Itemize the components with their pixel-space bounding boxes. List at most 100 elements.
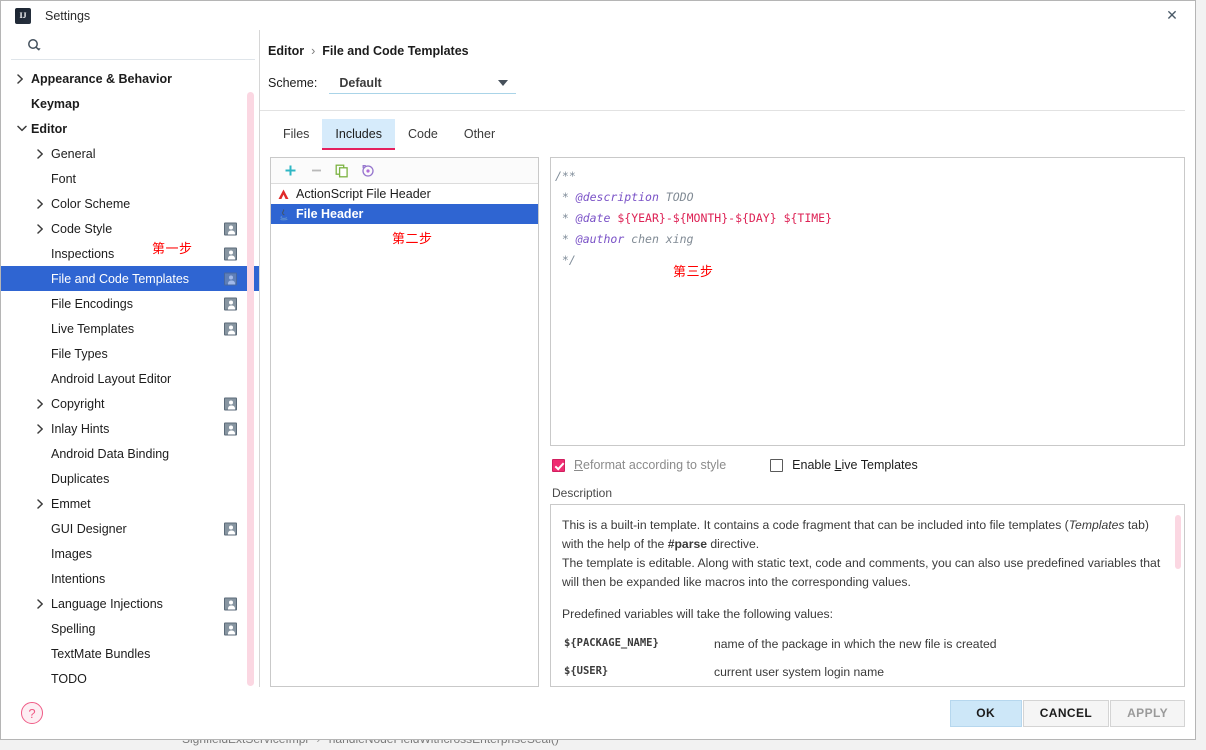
sidebar-item-general[interactable]: General [1, 141, 259, 166]
sidebar-item-todo[interactable]: TODO [1, 666, 259, 687]
sidebar-item-gui-designer[interactable]: GUI Designer [1, 516, 259, 541]
list-item[interactable]: File Header [271, 204, 538, 224]
sidebar-item-inspections[interactable]: Inspections [1, 241, 259, 266]
add-icon[interactable] [279, 161, 301, 181]
reset-icon[interactable] [357, 161, 379, 181]
template-code-editor[interactable]: /** * @description TODO * @date ${YEAR}-… [550, 157, 1185, 446]
sidebar-item-color-scheme[interactable]: Color Scheme [1, 191, 259, 216]
tab-code[interactable]: Code [395, 119, 451, 149]
code-segment-var: ${TIME} [783, 211, 833, 225]
sidebar-item-images[interactable]: Images [1, 541, 259, 566]
code-line: * @date ${YEAR}-${MONTH}-${DAY} ${TIME} [555, 208, 1184, 229]
chevron-right-icon[interactable] [37, 498, 50, 509]
description-scrollbar[interactable] [1175, 515, 1181, 569]
dialog-footer: ? OK CANCEL APPLY [1, 687, 1195, 739]
sidebar-item-language-injections[interactable]: Language Injections [1, 591, 259, 616]
options-row: Reformat according to style Enable Live … [550, 446, 1185, 484]
sidebar-item-file-types[interactable]: File Types [1, 341, 259, 366]
code-segment-comment: */ [555, 253, 576, 267]
template-list[interactable]: ActionScript File Header File Header [271, 184, 538, 686]
sidebar-item-label: TODO [51, 671, 87, 686]
sidebar-item-appearance-behavior[interactable]: Appearance & Behavior [1, 66, 259, 91]
project-scope-icon [224, 322, 237, 335]
sidebar-item-label: File Types [51, 346, 108, 361]
chevron-right-icon[interactable] [37, 423, 50, 434]
sidebar-item-intentions[interactable]: Intentions [1, 566, 259, 591]
chevron-right-icon[interactable] [17, 73, 30, 84]
sidebar-item-label: Font [51, 171, 77, 186]
tab-files[interactable]: Files [270, 119, 322, 149]
scheme-dropdown[interactable]: Default [329, 72, 517, 94]
ok-button[interactable]: OK [949, 699, 1022, 727]
sidebar-item-live-templates[interactable]: Live Templates [1, 316, 259, 341]
help-icon[interactable]: ? [21, 702, 43, 724]
code-segment-tag: @date [575, 211, 611, 225]
chevron-down-icon[interactable] [17, 125, 30, 132]
sidebar-item-duplicates[interactable]: Duplicates [1, 466, 259, 491]
sidebar-item-label: Spelling [51, 621, 96, 636]
table-row: ${PACKAGE_NAME} name of the package in wh… [562, 630, 1168, 658]
project-scope-icon [224, 597, 237, 610]
desc-p1-em: Templates [1068, 518, 1125, 532]
sidebar-item-emmet[interactable]: Emmet [1, 491, 259, 516]
variable-name: ${USER} [564, 665, 609, 677]
chevron-right-icon[interactable] [37, 148, 50, 159]
enable-live-templates-checkbox[interactable]: Enable Live Templates [770, 458, 918, 472]
breadcrumb-parent[interactable]: Editor [268, 44, 304, 58]
apply-button[interactable]: APPLY [1110, 699, 1185, 727]
code-line: */ [555, 250, 1184, 271]
sidebar-item-textmate-bundles[interactable]: TextMate Bundles [1, 641, 259, 666]
chevron-right-icon[interactable] [37, 598, 50, 609]
chevron-right-icon[interactable] [37, 198, 50, 209]
sidebar-item-file-encodings[interactable]: File Encodings [1, 291, 259, 316]
sidebar-item-android-data-binding[interactable]: Android Data Binding [1, 441, 259, 466]
sidebar-item-font[interactable]: Font [1, 166, 259, 191]
sidebar-item-code-style[interactable]: Code Style [1, 216, 259, 241]
sidebar-item-file-and-code-templates[interactable]: File and Code Templates [1, 266, 259, 291]
code-segment-tag: @author [575, 232, 625, 246]
code-segment-comment: * [555, 232, 576, 246]
chevron-right-icon[interactable] [37, 223, 50, 234]
sidebar-item-label: Language Injections [51, 596, 163, 611]
code-segment-var: ${MONTH} [672, 211, 729, 225]
tab-other[interactable]: Other [451, 119, 508, 149]
reformat-label: Reformat according to style [574, 458, 726, 472]
variable-name: ${DATE} [562, 686, 714, 687]
sidebar-scrollbar[interactable] [247, 92, 254, 686]
cancel-button[interactable]: CANCEL [1022, 699, 1110, 727]
project-scope-icon [224, 272, 237, 285]
code-segment-plain [777, 211, 784, 225]
sidebar-item-label: File and Code Templates [51, 271, 190, 286]
sidebar-item-label: Emmet [51, 496, 91, 511]
sidebar-item-label: Keymap [31, 96, 80, 111]
chevron-right-icon[interactable] [37, 398, 50, 409]
description-paragraph-1: This is a built-in template. It contains… [562, 516, 1168, 554]
sidebar-item-copyright[interactable]: Copyright [1, 391, 259, 416]
settings-sidebar: Appearance & Behavior Keymap Editor General… [1, 30, 260, 687]
sidebar-item-spelling[interactable]: Spelling [1, 616, 259, 641]
desc-p1-bold: #parse [667, 537, 708, 551]
copy-icon[interactable] [331, 161, 353, 181]
sidebar-item-editor[interactable]: Editor [1, 116, 259, 141]
desc-p1-a: This is a built-in template. It contains… [562, 518, 1069, 532]
settings-dialog: Settings ✕ Appearance & Behavior Keymap [0, 0, 1196, 740]
close-icon[interactable]: ✕ [1149, 1, 1195, 30]
tab-includes[interactable]: Includes [322, 119, 395, 150]
screen-root: SignfieldExtServiceImpl › handleNodeFiel… [0, 0, 1206, 750]
project-scope-icon [224, 622, 237, 635]
sidebar-item-label: Inspections [51, 246, 115, 261]
search-input[interactable] [48, 37, 245, 52]
project-scope-icon [224, 422, 237, 435]
sidebar-item-android-layout-editor[interactable]: Android Layout Editor [1, 366, 259, 391]
project-scope-icon [224, 397, 237, 410]
checkbox-box [552, 458, 565, 472]
checkbox-box [770, 458, 784, 472]
sidebar-item-keymap[interactable]: Keymap [1, 91, 259, 116]
settings-tree[interactable]: Appearance & Behavior Keymap Editor General… [1, 60, 259, 687]
sidebar-item-inlay-hints[interactable]: Inlay Hints [1, 416, 259, 441]
project-scope-icon [224, 522, 237, 535]
list-item[interactable]: ActionScript File Header [271, 184, 538, 204]
code-segment-var: - [665, 211, 673, 225]
reformat-according-to-style-checkbox[interactable]: Reformat according to style [552, 458, 726, 472]
